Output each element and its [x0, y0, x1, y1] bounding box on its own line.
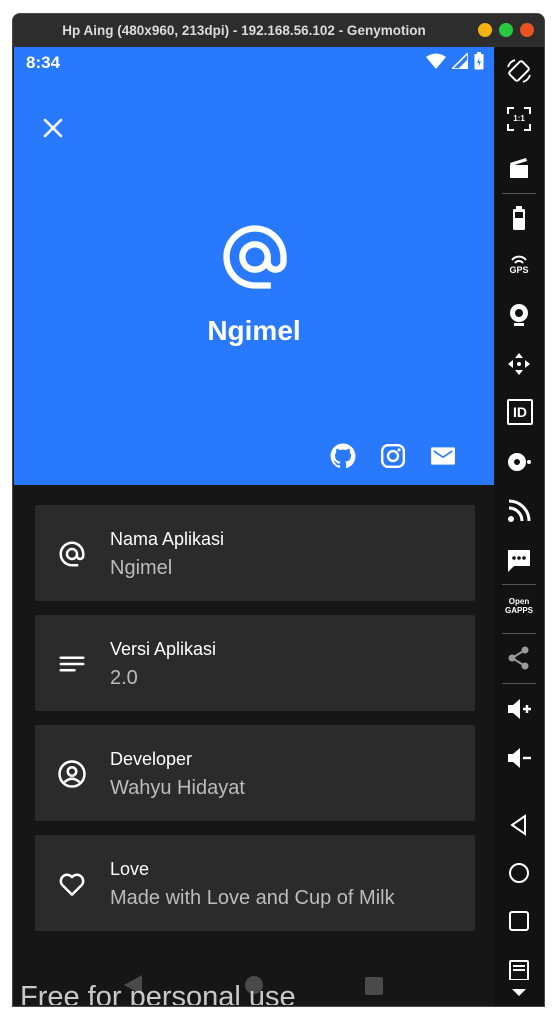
social-links — [330, 443, 456, 469]
gps-label: GPS — [509, 265, 529, 275]
disk-io-icon[interactable] — [505, 448, 533, 476]
device-id-label: ID — [513, 404, 527, 420]
volume-down-icon[interactable] — [505, 744, 533, 772]
window-title: Hp Aing (480x960, 213dpi) - 192.168.56.1… — [62, 23, 426, 38]
nav-recents-icon[interactable] — [364, 976, 384, 996]
close-window-button[interactable] — [520, 23, 534, 37]
cell-signal-icon — [452, 53, 468, 69]
info-card-version[interactable]: Versi Aplikasi 2.0 — [35, 615, 475, 711]
android-home-icon[interactable] — [505, 859, 533, 887]
at-icon — [59, 541, 85, 567]
battery-icon — [474, 52, 484, 70]
phone-screen: 8:34 Ngimel Nama Aplikasi Ngimel Versi A… — [14, 47, 494, 1005]
watermark: Free for personal use — [20, 981, 296, 1005]
window-controls — [478, 23, 534, 37]
info-card-app-name[interactable]: Nama Aplikasi Ngimel — [35, 505, 475, 601]
minimize-button[interactable] — [478, 23, 492, 37]
sms-icon[interactable] — [505, 546, 533, 574]
app-name: Ngimel — [207, 315, 301, 346]
info-card-love[interactable]: Love Made with Love and Cup of Milk — [35, 835, 475, 931]
emulator-window: Hp Aing (480x960, 213dpi) - 192.168.56.1… — [12, 13, 545, 1007]
scale-label: 1:1 — [513, 114, 525, 123]
chevron-down-icon[interactable] — [505, 983, 533, 1001]
move-icon[interactable] — [505, 350, 533, 378]
open-gapps-button[interactable]: Open GAPPS — [499, 597, 539, 625]
emulator-toolbar: 1:1 GPS ID Open GAPPS — [494, 47, 544, 1006]
volume-up-icon[interactable] — [505, 695, 533, 723]
card-label: Developer — [110, 749, 193, 769]
share-icon[interactable] — [505, 644, 533, 672]
card-label: Versi Aplikasi — [110, 639, 217, 659]
app-logo-at-icon — [223, 225, 287, 289]
card-value: 2.0 — [110, 667, 138, 689]
gps-widget-icon[interactable]: GPS — [505, 252, 533, 280]
device-id-widget[interactable]: ID — [507, 399, 533, 425]
card-label: Nama Aplikasi — [110, 529, 225, 549]
capture-icon[interactable] — [505, 154, 533, 182]
battery-widget-icon[interactable] — [505, 204, 533, 232]
github-icon[interactable] — [330, 443, 356, 469]
lines-icon — [59, 656, 85, 672]
android-recents-icon[interactable] — [505, 907, 533, 935]
card-value: Wahyu Hidayat — [110, 777, 245, 799]
heart-icon — [59, 873, 85, 896]
maximize-button[interactable] — [499, 23, 513, 37]
info-list: Nama Aplikasi Ngimel Versi Aplikasi 2.0 … — [35, 505, 475, 945]
camera-widget-icon[interactable] — [505, 301, 533, 329]
mail-icon[interactable] — [430, 443, 456, 469]
title-bar: Hp Aing (480x960, 213dpi) - 192.168.56.1… — [13, 14, 544, 47]
menu-icon[interactable] — [505, 952, 533, 980]
about-header: 8:34 Ngimel — [14, 47, 494, 485]
android-back-icon[interactable] — [505, 811, 533, 839]
status-bar: 8:34 — [14, 47, 494, 77]
account-circle-icon — [58, 760, 86, 788]
card-value: Made with Love and Cup of Milk — [110, 887, 395, 909]
status-time: 8:34 — [26, 53, 61, 72]
card-value: Ngimel — [110, 557, 173, 579]
rotate-icon[interactable] — [505, 57, 533, 85]
instagram-icon[interactable] — [380, 443, 406, 469]
card-label: Love — [110, 859, 150, 879]
info-card-developer[interactable]: Developer Wahyu Hidayat — [35, 725, 475, 821]
wifi-icon — [426, 53, 446, 69]
close-icon[interactable] — [40, 115, 66, 141]
network-icon[interactable] — [505, 497, 533, 525]
pixel-perfect-icon[interactable]: 1:1 — [505, 105, 533, 133]
